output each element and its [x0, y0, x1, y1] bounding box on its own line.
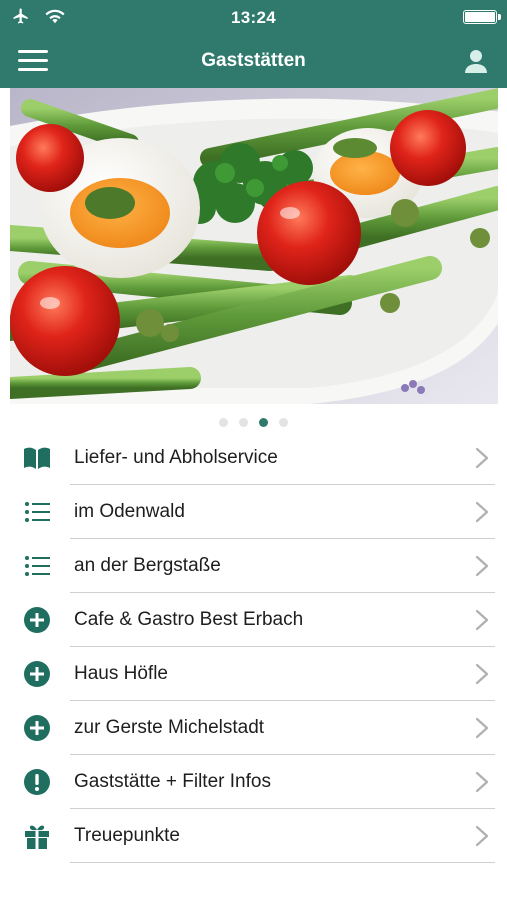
chevron-right-icon — [475, 447, 489, 469]
book-icon — [22, 444, 52, 472]
menu-item[interactable]: Haus Höfle — [0, 647, 507, 701]
chevron-right-icon — [475, 771, 489, 793]
status-time: 13:24 — [231, 8, 276, 27]
menu-item-label: zur Gerste Michelstadt — [74, 717, 265, 738]
menu-item[interactable]: zur Gerste Michelstadt — [0, 701, 507, 755]
gift-icon — [22, 822, 52, 850]
menu-item[interactable]: im Odenwald — [0, 485, 507, 539]
status-bar: 13:24 — [0, 0, 507, 36]
carousel-dot[interactable] — [219, 418, 228, 427]
plus-circle-icon — [22, 606, 52, 634]
chevron-right-icon — [475, 501, 489, 523]
chevron-right-icon — [475, 555, 489, 577]
chevron-right-icon — [475, 717, 489, 739]
menu-item-label: Haus Höfle — [74, 663, 168, 684]
carousel-dot[interactable] — [259, 418, 268, 427]
carousel-page-indicator[interactable] — [0, 418, 507, 427]
menu-item-label: im Odenwald — [74, 501, 185, 522]
battery-icon — [463, 10, 501, 24]
menu-list: Liefer- und Abholservice im Odenwald an de… — [0, 431, 507, 863]
plus-circle-icon — [22, 660, 52, 688]
hero-image[interactable] — [10, 88, 498, 404]
exclamation-circle-icon — [22, 768, 52, 796]
chevron-right-icon — [475, 825, 489, 847]
plus-circle-icon — [22, 714, 52, 742]
user-icon[interactable] — [463, 48, 489, 74]
menu-item-label: Liefer- und Abholservice — [74, 447, 278, 468]
menu-item-label: an der Bergstaße — [74, 555, 221, 576]
menu-item[interactable]: Treuepunkte — [0, 809, 507, 863]
menu-item[interactable]: an der Bergstaße — [0, 539, 507, 593]
menu-item[interactable]: Cafe & Gastro Best Erbach — [0, 593, 507, 647]
menu-item-label: Gaststätte + Filter Infos — [74, 771, 271, 792]
chevron-right-icon — [475, 609, 489, 631]
carousel-dot[interactable] — [279, 418, 288, 427]
navigation-bar: Gaststätten — [0, 36, 507, 88]
list-icon — [22, 498, 52, 526]
menu-item[interactable]: Liefer- und Abholservice — [0, 431, 507, 485]
carousel-dot[interactable] — [239, 418, 248, 427]
menu-item-label: Treuepunkte — [74, 825, 180, 846]
menu-item[interactable]: Gaststätte + Filter Infos — [0, 755, 507, 809]
page-title: Gaststätten — [201, 50, 306, 71]
menu-item-label: Cafe & Gastro Best Erbach — [74, 609, 304, 630]
chevron-right-icon — [475, 663, 489, 685]
list-icon — [22, 552, 52, 580]
